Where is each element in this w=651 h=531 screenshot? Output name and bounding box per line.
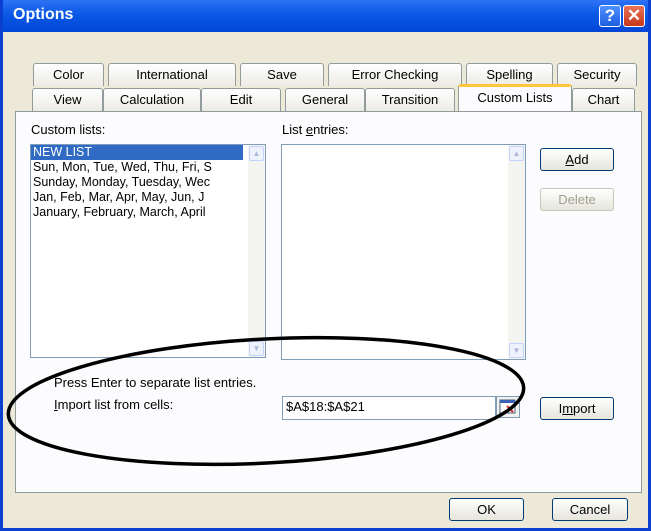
add-button[interactable]: Add <box>540 148 614 171</box>
range-picker-button[interactable] <box>496 396 520 418</box>
dialog-title: Options <box>13 6 74 23</box>
custom-lists-label: Custom lists: <box>31 122 106 137</box>
tab-error-checking[interactable]: Error Checking <box>328 63 462 86</box>
list-item[interactable]: January, February, March, April <box>31 205 245 220</box>
collapse-dialog-icon <box>499 399 516 414</box>
list-item[interactable]: Sun, Mon, Tue, Wed, Thu, Fri, S <box>31 160 245 175</box>
close-button[interactable]: ✕ <box>623 5 645 27</box>
import-list-label: Import list from cells: <box>54 397 174 412</box>
import-button[interactable]: Import <box>540 397 614 420</box>
tab-view[interactable]: View <box>32 88 103 111</box>
tab-chart[interactable]: Chart <box>572 88 635 111</box>
close-icon: ✕ <box>626 6 642 25</box>
scroll-down-icon[interactable]: ▼ <box>509 343 524 358</box>
tab-edit[interactable]: Edit <box>201 88 281 111</box>
list-entries-textarea[interactable]: ▲ ▼ <box>281 144 526 360</box>
list-entries-label: List entries: <box>282 122 349 137</box>
custom-lists-listbox[interactable]: NEW LIST Sun, Mon, Tue, Wed, Thu, Fri, S… <box>30 144 266 358</box>
cancel-button[interactable]: Cancel <box>552 498 628 521</box>
list-item[interactable]: Jan, Feb, Mar, Apr, May, Jun, J <box>31 190 245 205</box>
tab-security[interactable]: Security <box>557 63 637 86</box>
tab-spelling[interactable]: Spelling <box>466 63 553 86</box>
separator-hint: Press Enter to separate list entries. <box>54 375 257 390</box>
scroll-up-icon[interactable]: ▲ <box>249 146 264 161</box>
scroll-down-icon[interactable]: ▼ <box>249 341 264 356</box>
custom-lists-scrollbar[interactable]: ▲ ▼ <box>248 145 265 357</box>
import-range-input[interactable]: $A$18:$A$21 <box>282 396 496 420</box>
ok-button[interactable]: OK <box>449 498 524 521</box>
tab-custom-lists[interactable]: Custom Lists <box>458 84 572 111</box>
list-item[interactable]: Sunday, Monday, Tuesday, Wec <box>31 175 245 190</box>
delete-button[interactable]: Delete <box>540 188 614 211</box>
list-entries-scrollbar[interactable]: ▲ ▼ <box>508 145 525 359</box>
options-dialog: Options ? ✕ Color International Save Err… <box>0 0 651 531</box>
help-icon: ? <box>604 6 616 25</box>
tab-color[interactable]: Color <box>33 63 104 86</box>
tab-transition[interactable]: Transition <box>365 88 455 111</box>
list-item[interactable]: NEW LIST <box>31 145 243 160</box>
tab-international[interactable]: International <box>108 63 236 86</box>
tab-calculation[interactable]: Calculation <box>103 88 201 111</box>
help-button[interactable]: ? <box>599 5 621 27</box>
tab-general[interactable]: General <box>285 88 365 111</box>
title-bar[interactable]: Options ? ✕ <box>3 0 648 32</box>
tab-save[interactable]: Save <box>240 63 324 86</box>
scroll-up-icon[interactable]: ▲ <box>509 146 524 161</box>
